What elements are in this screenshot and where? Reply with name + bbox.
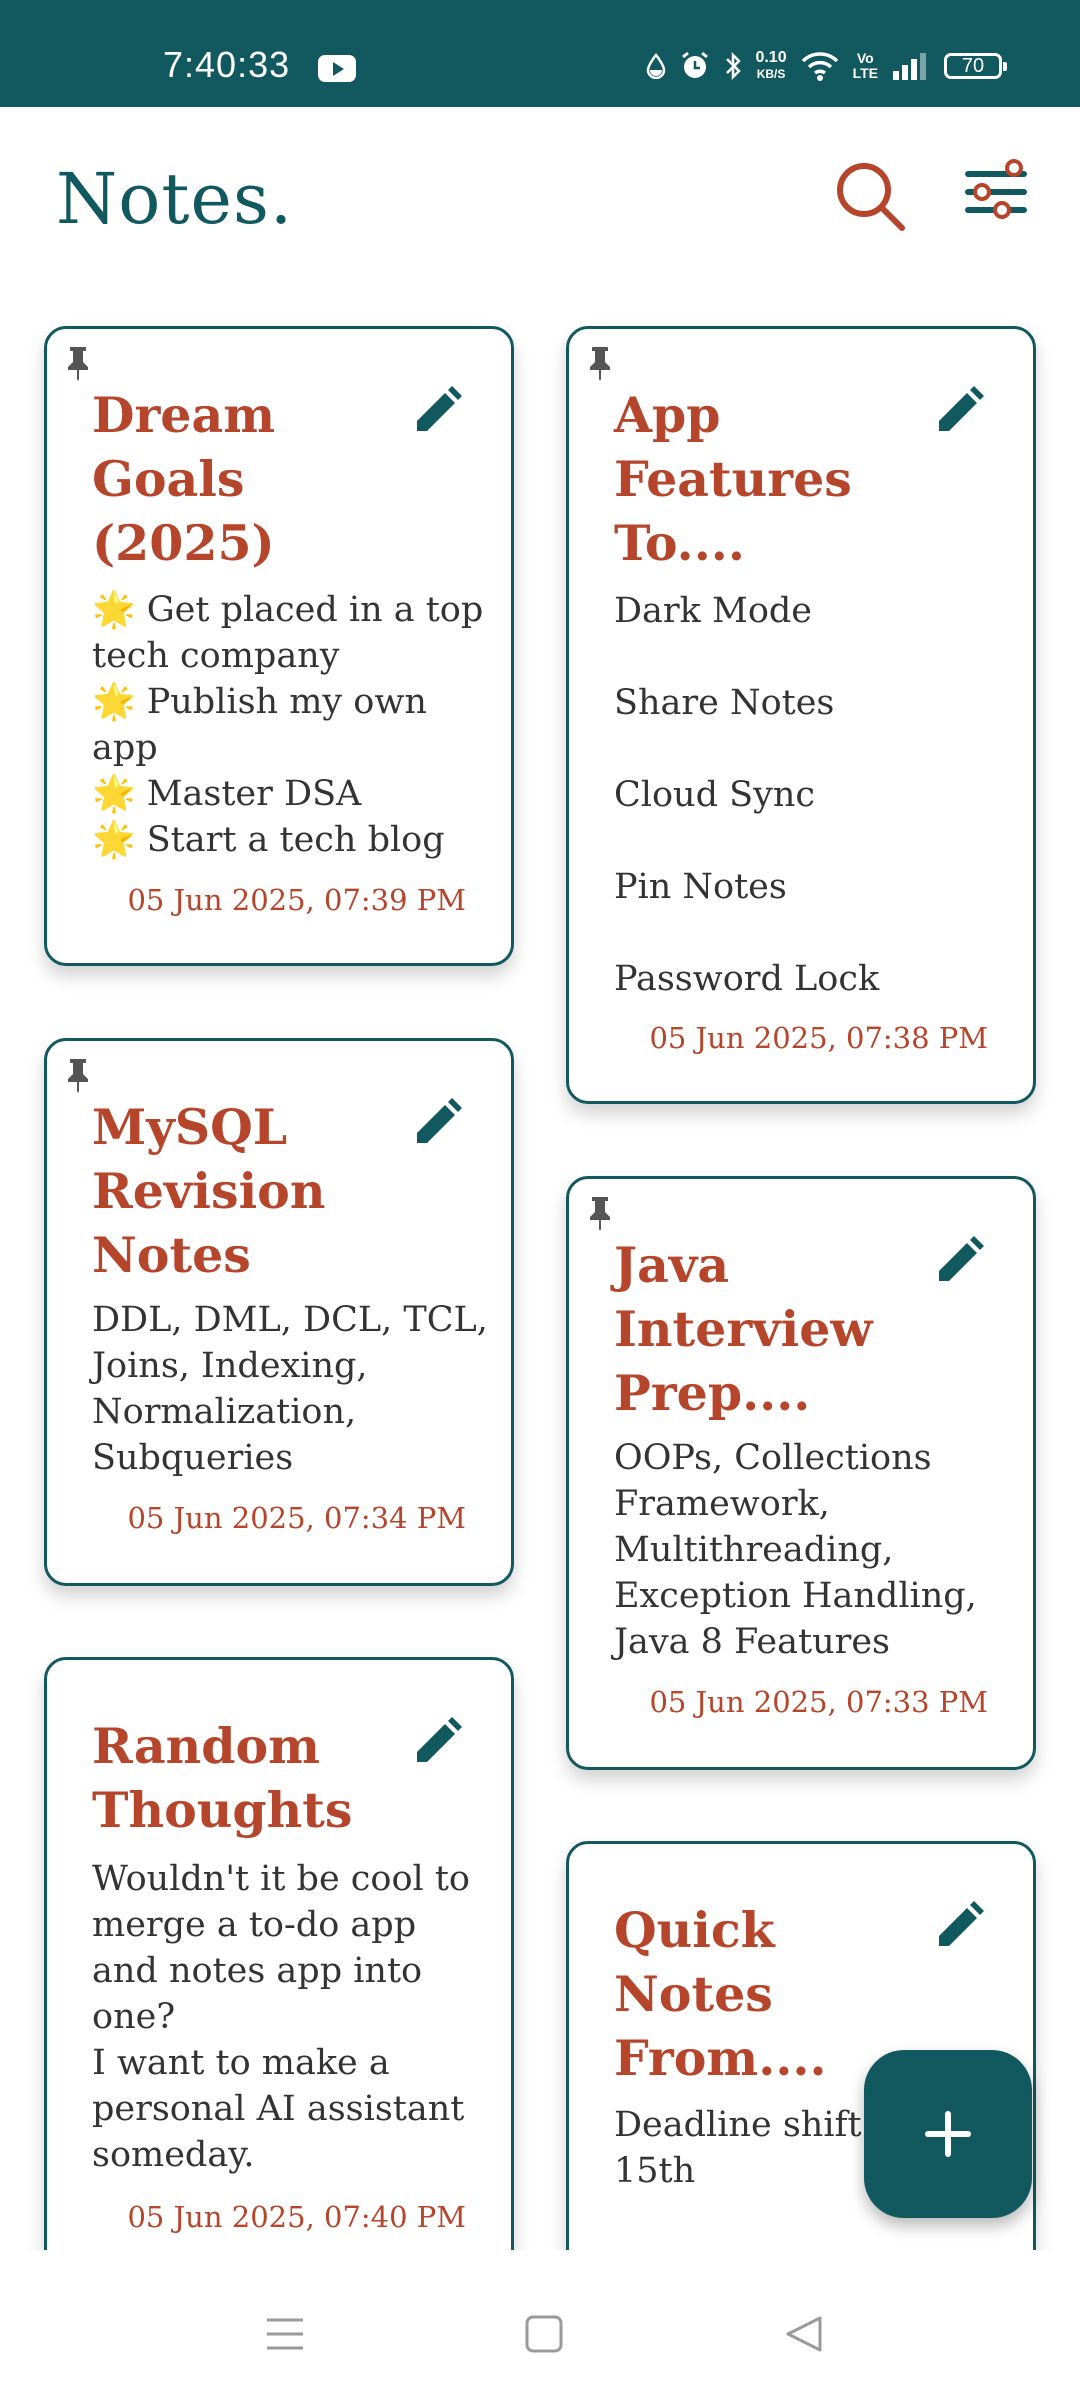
edit-icon[interactable] (933, 1235, 985, 1287)
alarm-icon (679, 50, 711, 82)
note-body: DDL, DML, DCL, TCL, Joins, Indexing, Nor… (92, 1300, 488, 1478)
wifi-icon (800, 50, 840, 82)
filter-icon (965, 159, 1027, 219)
search-icon (837, 163, 905, 231)
network-speed: 0.10 KB/S (755, 49, 787, 81)
status-icons: 0.10 KB/S Vo LTE 70 (646, 46, 1007, 86)
note-title: MySQL Revision Notes (92, 1098, 326, 1284)
note-card[interactable]: Java Interview Prep.... OOPs, Collection… (566, 1176, 1036, 1770)
note-body: Dark Mode Share Notes Cloud Sync Pin Not… (614, 591, 880, 999)
bluetooth-icon (724, 51, 742, 81)
edit-icon[interactable] (411, 1716, 463, 1768)
note-title: Java Interview Prep.... (614, 1236, 873, 1422)
pin-icon (68, 347, 88, 381)
pin-icon (590, 347, 610, 381)
note-title: Random Thoughts (92, 1717, 353, 1839)
note-date: 05 Jun 2025, 07:39 PM (127, 883, 466, 917)
pin-icon (590, 1197, 610, 1231)
page-title: Notes. (56, 158, 294, 240)
signal-icon (891, 51, 931, 81)
back-icon[interactable] (782, 2312, 826, 2356)
add-note-button[interactable] (864, 2050, 1032, 2218)
note-title: App Features To.... (614, 386, 852, 572)
home-icon[interactable] (522, 2312, 566, 2356)
search-button[interactable] (832, 158, 908, 234)
youtube-icon (318, 55, 356, 82)
edit-icon[interactable] (933, 385, 985, 437)
note-card[interactable]: Random Thoughts Wouldn't it be cool to m… (44, 1657, 514, 2277)
status-time: 7:40:33 (163, 44, 291, 85)
edit-icon[interactable] (411, 1097, 463, 1149)
note-card[interactable]: Dream Goals (2025) 🌟 Get placed in a top… (44, 326, 514, 966)
note-title: Quick Notes From.... (614, 1901, 827, 2087)
note-card[interactable]: MySQL Revision Notes DDL, DML, DCL, TCL,… (44, 1038, 514, 1586)
status-bar: 7:40:33 0.10 KB/S Vo LTE 70 (0, 0, 1080, 107)
volte-indicator: Vo LTE (852, 50, 878, 81)
note-title: Dream Goals (2025) (92, 386, 276, 572)
battery-icon: 70 (944, 53, 1007, 79)
note-body: 🌟 Get placed in a top tech company 🌟 Pub… (92, 590, 484, 860)
note-date: 05 Jun 2025, 07:33 PM (649, 1685, 988, 1719)
note-date: 05 Jun 2025, 07:34 PM (127, 1501, 466, 1535)
note-date: 05 Jun 2025, 07:40 PM (127, 2200, 466, 2234)
edit-icon[interactable] (411, 385, 463, 437)
note-body: Wouldn't it be cool to merge a to-do app… (92, 1859, 470, 2175)
note-body: OOPs, Collections Framework, Multithread… (614, 1438, 977, 1662)
navigation-bar (0, 2250, 1080, 2400)
pin-icon (68, 1059, 88, 1093)
note-card[interactable]: App Features To.... Dark Mode Share Note… (566, 326, 1036, 1104)
edit-icon[interactable] (933, 1900, 985, 1952)
menu-icon[interactable] (263, 2312, 307, 2356)
filter-button[interactable] (958, 158, 1034, 234)
drop-icon (646, 53, 666, 79)
note-date: 05 Jun 2025, 07:38 PM (649, 1021, 988, 1055)
